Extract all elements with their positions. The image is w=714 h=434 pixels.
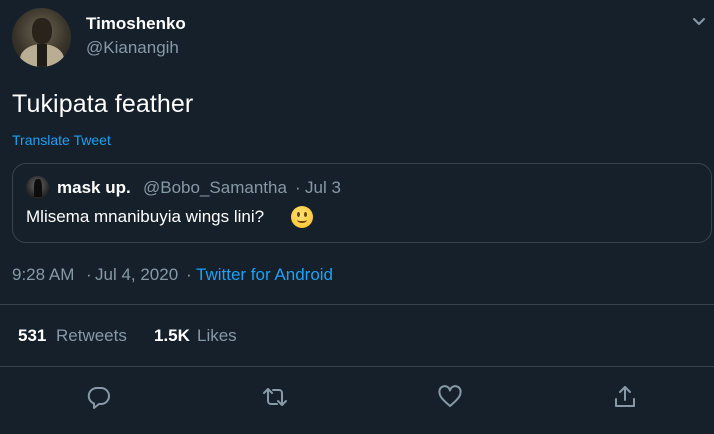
retweet-icon[interactable] [262,384,288,410]
author-avatar[interactable] [12,8,71,67]
retweets-count[interactable]: 531 [18,326,46,346]
divider [0,304,714,305]
likes-label[interactable]: Likes [197,326,237,346]
chevron-down-icon[interactable] [690,12,708,30]
tweet-source-link[interactable]: Twitter for Android [196,265,333,285]
avatar-face [32,18,52,44]
emoji-mouth [297,217,307,223]
heart-icon[interactable] [437,384,463,410]
meta-separator: · [186,265,192,284]
author-display-name[interactable]: Timoshenko [86,14,186,34]
tweet-text: Tukipata feather [12,90,194,118]
share-icon[interactable] [612,384,638,410]
quoted-author-handle: @Bobo_Samantha [143,178,287,197]
retweets-label[interactable]: Retweets [56,326,127,346]
quoted-tweet-text: Mlisema mnanibuyia wings lini? [26,207,265,226]
tweet-time[interactable]: 9:28 AM [12,265,74,285]
tweet-date[interactable]: Jul 4, 2020 [95,265,178,285]
meta-separator: · [86,265,92,284]
quoted-date: Jul 3 [305,178,341,197]
reply-icon[interactable] [86,384,112,410]
avatar-collar [37,44,47,67]
slightly-smiling-face-icon [291,206,313,228]
author-handle[interactable]: @Kianangih [86,38,179,58]
translate-tweet-link[interactable]: Translate Tweet [12,132,111,148]
quoted-tweet-card[interactable] [12,163,712,243]
avatar-figure [34,179,42,197]
quoted-separator: · [295,178,301,197]
divider [0,366,714,367]
likes-count[interactable]: 1.5K [154,326,190,346]
quoted-author-name: mask up. [57,178,131,197]
quoted-author-avatar [26,176,49,199]
